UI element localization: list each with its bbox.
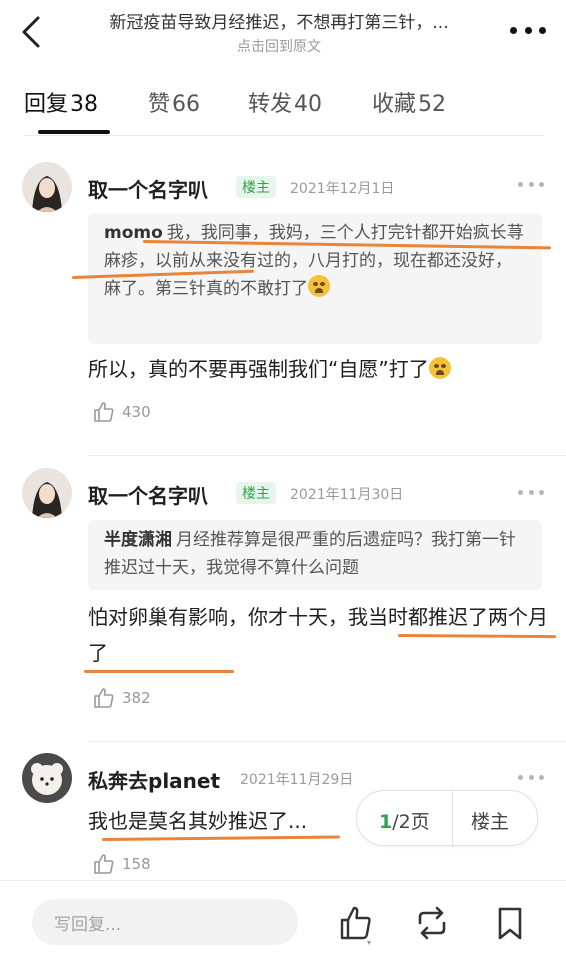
like-post-button[interactable]: [336, 903, 376, 945]
divider: [88, 455, 566, 456]
author-name[interactable]: 取一个名字叭: [88, 174, 208, 203]
avatar[interactable]: [22, 162, 72, 212]
avatar-image: [22, 468, 72, 518]
like-count: 382: [122, 689, 151, 707]
repost-icon: [418, 906, 446, 940]
tab-bar: 回复38 赞66 转发40 收藏52: [24, 86, 544, 136]
reply-date: 2021年11月30日: [290, 487, 404, 503]
repost-button[interactable]: [412, 903, 452, 943]
dot-icon: [528, 774, 534, 780]
dot-icon: [539, 26, 546, 34]
reply-input[interactable]: 写回复...: [32, 899, 298, 945]
dot-icon: [510, 26, 517, 34]
divider: [452, 791, 453, 847]
tab-replies[interactable]: 回复38: [24, 86, 98, 118]
op-badge: 楼主: [236, 482, 276, 504]
top-bar: 新冠疫苗导致月经推迟，不想再打第三针，... 点击回到原文: [0, 0, 566, 64]
like-button[interactable]: 158: [92, 852, 151, 876]
quoted-reply[interactable]: 半度潇湘 月经推荐算是很严重的后遗症吗？我打第一针推迟过十天，我觉得不算什么问题: [88, 520, 542, 590]
reply-text: 所以，真的不要再强制我们“自愿”打了: [88, 351, 548, 387]
page-indicator-button[interactable]: 1/2页: [379, 807, 430, 834]
reply-date: 2021年11月29日: [240, 772, 354, 788]
like-button[interactable]: 382: [92, 686, 151, 710]
tab-likes[interactable]: 赞66: [148, 86, 200, 118]
bottom-action-bar: 写回复...: [0, 880, 566, 960]
crying-emoji-icon: [428, 357, 451, 379]
author-name[interactable]: 取一个名字叭: [88, 480, 208, 509]
dot-icon: [539, 774, 544, 780]
avatar[interactable]: [22, 468, 72, 518]
more-options-button[interactable]: [510, 24, 546, 36]
avatar[interactable]: [22, 753, 72, 803]
highlight-underline: [84, 670, 234, 673]
avatar-image: [22, 753, 72, 803]
dot-icon: [539, 489, 544, 495]
dot-icon: [528, 489, 534, 495]
like-button[interactable]: 430: [92, 400, 151, 424]
thumbs-up-icon: [94, 688, 114, 708]
dot-icon: [518, 181, 523, 187]
dot-icon: [528, 181, 534, 187]
thumbs-up-icon: [94, 402, 114, 422]
author-name[interactable]: 私奔去planet: [88, 765, 220, 794]
bookmark-icon: [498, 907, 522, 940]
divider: [88, 741, 566, 742]
dot-icon: [539, 181, 544, 187]
avatar-image: [22, 162, 72, 212]
reply-more-button[interactable]: [518, 488, 544, 496]
reply-more-button[interactable]: [518, 180, 544, 188]
like-count: 430: [122, 403, 151, 421]
chevron-left-icon: [22, 16, 40, 48]
thumbs-up-icon: [340, 906, 371, 945]
thumbs-up-icon: [94, 854, 114, 874]
page-title[interactable]: 新冠疫苗导致月经推迟，不想再打第三针，...: [74, 8, 484, 33]
quoted-reply[interactable]: momo 我，我同事，我妈，三个人打完针都开始疯长荨麻疹，以前从来没有过的，八月打…: [88, 213, 542, 344]
like-count: 158: [122, 855, 151, 873]
reply-more-button[interactable]: [518, 773, 544, 781]
crying-emoji-icon: [308, 275, 330, 297]
reply-text: 我也是莫名其妙推迟了...: [88, 809, 308, 833]
active-tab-indicator: [38, 130, 110, 134]
back-button[interactable]: [16, 12, 50, 52]
op-only-button[interactable]: 楼主: [471, 807, 509, 834]
tab-reposts[interactable]: 转发40: [248, 86, 322, 118]
dot-icon: [518, 774, 523, 780]
op-badge: 楼主: [236, 176, 276, 198]
dot-icon: [518, 489, 523, 495]
reply-date: 2021年12月1日: [290, 181, 395, 197]
tab-favorites[interactable]: 收藏52: [372, 86, 446, 118]
quoted-author: 半度潇湘: [104, 530, 172, 550]
dot-icon: [524, 26, 532, 34]
back-to-original-link[interactable]: 点击回到原文: [74, 36, 484, 56]
page-navigator: 1/2页 楼主: [356, 790, 538, 847]
bookmark-button[interactable]: [490, 903, 530, 943]
